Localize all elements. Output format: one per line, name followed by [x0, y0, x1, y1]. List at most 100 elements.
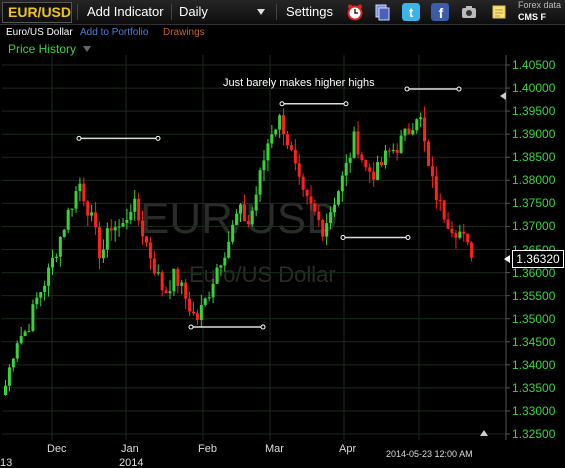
candle-body: [399, 135, 403, 153]
time-tick-label: Dec: [47, 443, 67, 455]
candle-body: [246, 221, 250, 225]
candle-body: [74, 191, 78, 209]
trendline-handle[interactable]: [456, 86, 462, 92]
candle-body: [54, 256, 58, 258]
candle-body: [192, 311, 195, 314]
price-tick-label: 1.40500: [512, 58, 556, 72]
price-chart[interactable]: [0, 0, 565, 468]
price-tick-label: 1.34500: [512, 334, 556, 349]
candle-body: [94, 212, 98, 228]
candle-body: [293, 149, 297, 164]
candle-body: [419, 117, 423, 120]
candle-body: [254, 194, 258, 211]
candle-body: [231, 224, 235, 242]
candle-body: [415, 119, 419, 131]
candle-body: [262, 160, 266, 171]
candle-body: [286, 134, 289, 146]
candle-body: [423, 117, 427, 142]
candle-body: [86, 201, 90, 216]
trendline-handle[interactable]: [343, 101, 349, 107]
candle-body: [11, 358, 15, 368]
candle-body: [15, 343, 19, 359]
candle-body: [376, 162, 380, 180]
trendline-handle[interactable]: [260, 324, 266, 330]
candle-body: [235, 213, 239, 225]
candle-body: [466, 233, 470, 243]
candlestick-series: [4, 106, 474, 396]
candle-body: [176, 268, 180, 286]
candle-body: [133, 198, 137, 212]
candle-body: [356, 131, 360, 155]
scroll-left-arrow[interactable]: [500, 92, 506, 100]
candle-body: [66, 209, 70, 230]
candle-body: [125, 219, 129, 224]
candle-body: [270, 134, 274, 144]
candle-body: [462, 231, 466, 234]
price-tick-label: 1.38500: [512, 150, 556, 165]
candle-body: [266, 143, 270, 161]
chart-grid: [2, 55, 510, 440]
time-tick-label: Feb: [198, 443, 217, 455]
price-tick-label: 1.40000: [512, 81, 556, 96]
trendline-handle[interactable]: [279, 101, 285, 107]
time-tick-label: Jan: [121, 443, 139, 455]
trendline-handle[interactable]: [188, 324, 194, 330]
candle-body: [305, 189, 309, 197]
candle-body: [82, 183, 86, 202]
candle-body: [333, 204, 336, 213]
time-tick-label: Apr: [339, 443, 357, 455]
candle-body: [430, 166, 434, 177]
candle-body: [470, 242, 474, 258]
candle-body: [172, 268, 176, 292]
candle-body: [321, 219, 325, 237]
candle-body: [70, 208, 74, 210]
trendline-handle[interactable]: [404, 86, 410, 92]
price-tick-label: 1.34000: [512, 357, 556, 372]
candle-body: [348, 157, 352, 163]
candle-body: [313, 203, 317, 212]
candle-body: [223, 257, 227, 266]
candle-body: [51, 257, 54, 268]
time-tick-label: Mar: [265, 443, 284, 455]
current-price-marker: [504, 255, 510, 263]
trendline-handle[interactable]: [340, 235, 346, 241]
candle-body: [242, 204, 246, 222]
candle-body: [145, 236, 148, 243]
candle-body: [352, 131, 356, 158]
candle-body: [454, 233, 458, 238]
current-price-label: 1.36320: [512, 250, 564, 268]
price-tick-label: 1.35000: [512, 311, 556, 326]
trendline-handle[interactable]: [405, 235, 411, 241]
candle-body: [227, 241, 231, 258]
candle-body: [309, 196, 313, 204]
candle-body: [391, 149, 395, 152]
candle-body: [4, 385, 7, 395]
price-tick-label: 1.33000: [512, 403, 556, 418]
candle-body: [427, 141, 430, 167]
candle-body: [297, 163, 301, 177]
candle-body: [27, 330, 31, 332]
candle-body: [47, 267, 51, 286]
candle-body: [219, 265, 223, 268]
trendline-handle[interactable]: [155, 135, 161, 141]
candle-body: [160, 272, 164, 291]
price-tick-label: 1.32500: [512, 427, 556, 441]
candle-body: [383, 150, 387, 166]
candle-body: [117, 226, 121, 228]
candle-body: [137, 198, 141, 221]
scroll-up-arrow[interactable]: [480, 430, 488, 436]
candle-body: [58, 236, 62, 257]
candle-body: [35, 297, 39, 305]
price-tick-label: 1.35500: [512, 288, 556, 303]
candle-body: [199, 304, 203, 321]
candle-body: [336, 191, 340, 205]
candle-body: [372, 171, 376, 180]
candle-body: [215, 267, 219, 284]
price-tick-label: 1.38000: [512, 173, 556, 188]
candle-body: [129, 211, 133, 220]
candle-body: [168, 291, 172, 294]
candle-body: [380, 162, 383, 166]
trendline-handle[interactable]: [76, 135, 82, 141]
candle-body: [317, 211, 321, 220]
candle-body: [7, 367, 11, 386]
